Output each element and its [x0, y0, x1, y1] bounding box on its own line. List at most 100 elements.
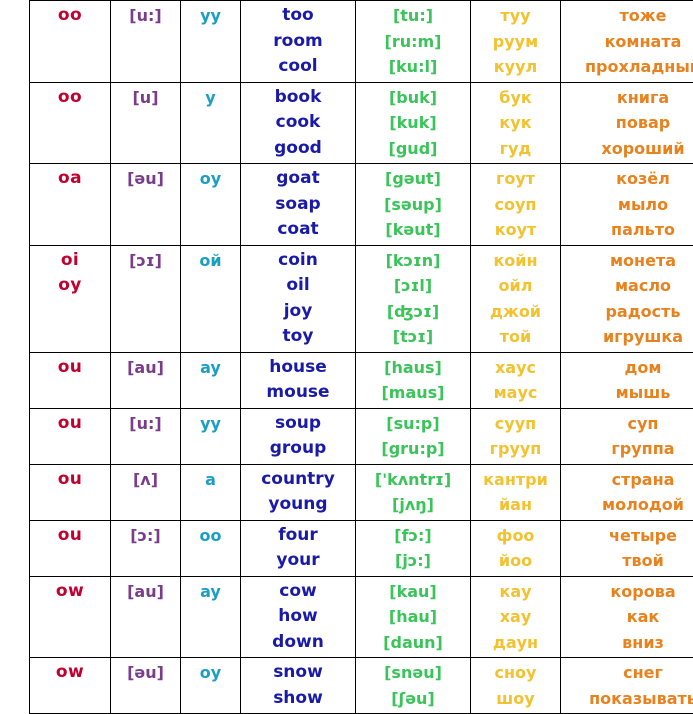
word-line: show: [241, 686, 355, 712]
sound-stack: ay: [181, 577, 240, 607]
trans-line: [kuk]: [356, 110, 470, 136]
sound-stack: уу: [181, 409, 240, 439]
table-row: oo[u]уbookcookgood[buk][kuk][gud]буккукг…: [30, 82, 693, 164]
phonetic-line: [au]: [111, 355, 180, 381]
cell-letters: oa: [30, 164, 111, 246]
trans-line: [gru:p]: [356, 436, 470, 462]
translit-stack: тууруумкуул: [471, 1, 560, 82]
letters-line: ou: [30, 523, 110, 549]
table-row: ou[au]ayhousemouse[haus][maus]хаусмаусдо…: [30, 352, 693, 408]
translit-line: даун: [471, 630, 560, 656]
meaning-stack: супгруппа: [561, 409, 693, 464]
meaning-line: книга: [561, 85, 693, 111]
word-stack: goatsoapcoat: [241, 164, 355, 245]
phonetic-stack: [au]: [111, 353, 180, 383]
cell-phonetic: [əu]: [111, 164, 181, 246]
cell-letters: oo: [30, 1, 111, 83]
cell-sound: у: [181, 82, 241, 164]
phonetic-stack: [u]: [111, 83, 180, 113]
phonetic-stack: [ɔ:]: [111, 521, 180, 551]
phonetic-line: [ʌ]: [111, 467, 180, 493]
cell-trans: [fɔ:][jɔ:]: [356, 520, 471, 576]
trans-stack: [buk][kuk][gud]: [356, 83, 470, 164]
trans-line: [ru:m]: [356, 29, 470, 55]
cell-sound: оу: [181, 164, 241, 246]
translit-line: соуп: [471, 192, 560, 218]
cell-sound: ay: [181, 352, 241, 408]
word-line: house: [241, 355, 355, 381]
word-stack: countryyoung: [241, 465, 355, 520]
meaning-line: показывать: [561, 686, 693, 712]
translit-stack: суупгрууп: [471, 409, 560, 464]
table-row: oo[u:]ууtooroomcool[tu:][ru:m][ku:l]туур…: [30, 1, 693, 83]
translit-stack: гоутсоупкоут: [471, 164, 560, 245]
meaning-line: масло: [561, 273, 693, 299]
table-row: ow[əu]оуsnowshow[snəu][ʃəu]сноушоуснегпо…: [30, 658, 693, 714]
word-line: cow: [241, 579, 355, 605]
trans-stack: [kau][hau][daun]: [356, 577, 470, 658]
cell-letters: oioy: [30, 245, 111, 352]
translit-line: йан: [471, 492, 560, 518]
phonetic-stack: [ʌ]: [111, 465, 180, 495]
phonetic-line: [u]: [111, 85, 180, 111]
letters-stack: oa: [30, 164, 110, 194]
cell-meaning: монетамаслорадостьигрушка: [561, 245, 693, 352]
sound-line: у: [181, 85, 240, 111]
letters-line: ow: [30, 579, 110, 605]
cell-word: countryyoung: [241, 464, 356, 520]
phonetic-line: [əu]: [111, 660, 180, 686]
cell-sound: уу: [181, 1, 241, 83]
cell-phonetic: [əu]: [111, 658, 181, 714]
cell-translit: фоойоо: [471, 520, 561, 576]
sound-line: уу: [181, 3, 240, 29]
meaning-line: тоже: [561, 3, 693, 29]
translit-line: куул: [471, 54, 560, 80]
trans-line: [su:p]: [356, 411, 470, 437]
meaning-stack: снегпоказывать: [561, 658, 693, 713]
cell-meaning: снегпоказывать: [561, 658, 693, 714]
cell-sound: оу: [181, 658, 241, 714]
phonetic-line: [u:]: [111, 411, 180, 437]
phonetic-line: [ɔ:]: [111, 523, 180, 549]
meaning-line: суп: [561, 411, 693, 437]
trans-line: ['kʌntrɪ]: [356, 467, 470, 493]
meaning-stack: козёлмылопальто: [561, 164, 693, 245]
cell-trans: ['kʌntrɪ][jʌŋ]: [356, 464, 471, 520]
trans-line: [gəut]: [356, 166, 470, 192]
meaning-stack: четыретвой: [561, 521, 693, 576]
cell-translit: койнойлджойтой: [471, 245, 561, 352]
cell-phonetic: [ɔɪ]: [111, 245, 181, 352]
word-line: toy: [241, 324, 355, 350]
translit-line: кук: [471, 110, 560, 136]
translit-line: руум: [471, 29, 560, 55]
cell-trans: [su:p][gru:p]: [356, 408, 471, 464]
phonetic-stack: [əu]: [111, 164, 180, 194]
cell-phonetic: [u:]: [111, 408, 181, 464]
cell-translit: кантрийан: [471, 464, 561, 520]
cell-word: soupgroup: [241, 408, 356, 464]
table-row: ou[ɔ:]ооfouryour[fɔ:][jɔ:]фоойоочетыретв…: [30, 520, 693, 576]
sound-line: а: [181, 467, 240, 493]
table-row: oa[əu]оуgoatsoapcoat[gəut][səup][kəut]го…: [30, 164, 693, 246]
meaning-line: мыло: [561, 192, 693, 218]
translit-line: хаус: [471, 355, 560, 381]
cell-phonetic: [u:]: [111, 1, 181, 83]
phonetic-stack: [u:]: [111, 409, 180, 439]
cell-phonetic: [au]: [111, 352, 181, 408]
translit-line: сноу: [471, 660, 560, 686]
translit-line: маус: [471, 380, 560, 406]
phonetic-line: [əu]: [111, 166, 180, 192]
translit-line: коут: [471, 217, 560, 243]
cell-meaning: книгаповархороший: [561, 82, 693, 164]
cell-translit: суупгрууп: [471, 408, 561, 464]
sound-line: ay: [181, 579, 240, 605]
translit-line: бук: [471, 85, 560, 111]
letters-line: ou: [30, 411, 110, 437]
meaning-line: мышь: [561, 380, 693, 406]
word-line: coin: [241, 248, 355, 274]
translit-stack: фоойоо: [471, 521, 560, 576]
meaning-line: игрушка: [561, 324, 693, 350]
translit-stack: хаусмаус: [471, 353, 560, 408]
cell-translit: буккукгуд: [471, 82, 561, 164]
word-stack: coinoiljoytoy: [241, 246, 355, 352]
